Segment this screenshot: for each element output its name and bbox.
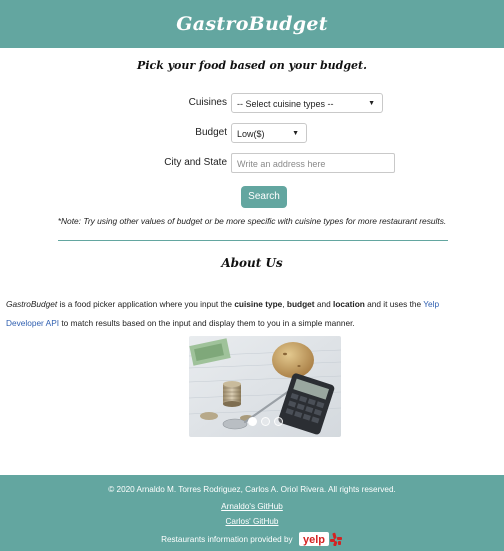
arnaldo-github-link[interactable]: Arnaldo's GitHub [221, 502, 283, 511]
about-paragraph: GastroBudget is a food picker applicatio… [6, 295, 504, 333]
yelp-api-link-part2[interactable]: Developer API [6, 318, 59, 328]
image-carousel[interactable] [189, 336, 341, 437]
city-row: City and State Write an address here [0, 153, 504, 175]
yelp-attribution: Restaurants information provided by yelp [0, 532, 504, 548]
carousel-indicators [189, 413, 341, 431]
cuisines-row: Cuisines -- Select cuisine types -- ▼ [0, 93, 504, 115]
about-us-title: About Us [221, 256, 283, 270]
about-cuisine-type: cuisine type [234, 299, 283, 309]
top-navbar: GastroBudget [0, 0, 504, 48]
budget-row: Budget Low($) ▼ [0, 123, 504, 145]
search-button[interactable]: Search [241, 186, 287, 208]
footer: © 2020 Arnaldo M. Torres Rodriguez, Carl… [0, 475, 504, 551]
about-brand-name: GastroBudget [6, 299, 58, 309]
chevron-down-icon: ▼ [368, 100, 375, 107]
brand-logo-text[interactable]: GastroBudget [0, 0, 504, 48]
cuisines-select[interactable]: -- Select cuisine types -- ▼ [231, 93, 383, 113]
about-budget: budget [286, 299, 315, 309]
svg-text:yelp: yelp [303, 534, 325, 546]
section-divider [58, 240, 448, 241]
yelp-attribution-text: Restaurants information provided by [161, 535, 293, 545]
yelp-logo[interactable]: yelp [298, 532, 343, 548]
about-text-segment: is a food picker application where you i… [57, 299, 235, 309]
budget-select-value: Low($) [237, 129, 265, 139]
carousel-indicator-2[interactable] [260, 417, 270, 427]
city-state-input[interactable]: Write an address here [231, 153, 395, 173]
yelp-api-link-part1[interactable]: Yelp [423, 299, 439, 309]
city-state-label: City and State [164, 157, 227, 168]
cuisines-label: Cuisines [188, 97, 227, 108]
budget-select[interactable]: Low($) ▼ [231, 123, 307, 143]
footer-copyright: © 2020 Arnaldo M. Torres Rodriguez, Carl… [108, 485, 396, 494]
carlos-github-link[interactable]: Carlos' GitHub [226, 517, 279, 526]
about-text-segment: and [314, 299, 334, 309]
chevron-down-icon: ▼ [292, 130, 299, 137]
form-tagline: Pick your food based on your budget. [137, 59, 367, 72]
carousel-indicator-1[interactable] [247, 417, 257, 427]
about-location: location [333, 299, 365, 309]
budget-label: Budget [195, 127, 227, 138]
about-text-segment: to match results based on the input and … [59, 318, 355, 328]
cuisines-select-value: -- Select cuisine types -- [237, 99, 334, 109]
budget-note: *Note: Try using other values of budget … [57, 216, 447, 226]
about-text-segment: and it uses the [364, 299, 424, 309]
carousel-indicator-3[interactable] [273, 417, 283, 427]
